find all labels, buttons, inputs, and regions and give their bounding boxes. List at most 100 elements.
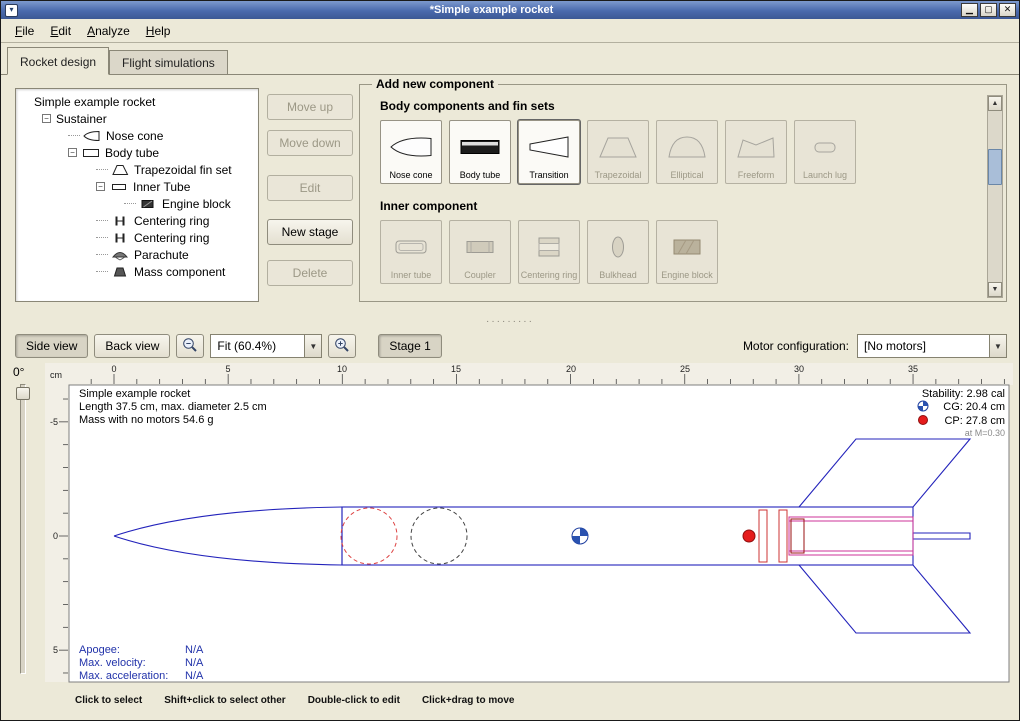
rocket-name-text: Simple example rocket: [79, 388, 190, 400]
window-title: *Simple example rocket: [22, 4, 961, 16]
scrollbar-thumb[interactable]: [988, 149, 1002, 185]
centering-ring-icon: [527, 224, 571, 270]
tree-branch-line: [96, 237, 108, 238]
body-tube-icon: [82, 147, 100, 159]
window-bottom-margin: [1, 711, 1019, 720]
back-view-button[interactable]: Back view: [94, 334, 170, 358]
minimize-button[interactable]: ▁: [961, 3, 978, 17]
scroll-up-button[interactable]: ▲: [988, 96, 1002, 111]
tree-item-sustainer[interactable]: − Sustainer: [16, 110, 258, 127]
tree-branch-line: [96, 254, 108, 255]
close-icon: ✕: [1004, 4, 1012, 14]
zoom-in-icon: [334, 337, 350, 356]
cp-text: CP: 27.8 cm: [944, 415, 1005, 427]
svg-text:5: 5: [225, 364, 230, 374]
maximize-button[interactable]: ▢: [980, 3, 997, 17]
close-button[interactable]: ✕: [999, 3, 1016, 17]
add-bulkhead-button: Bulkhead: [587, 220, 649, 284]
centering-ring-icon: [111, 232, 129, 244]
apogee-label: Apogee:: [79, 644, 120, 656]
tree-branch-line: [124, 203, 136, 204]
tree-item-rocket[interactable]: Simple example rocket: [16, 93, 258, 110]
rocket-dimensions-text: Length 37.5 cm, max. diameter 2.5 cm: [79, 401, 267, 413]
add-nose-cone-button[interactable]: Nose cone: [380, 120, 442, 184]
tree-branch-line: [96, 169, 108, 170]
scrollbar-track[interactable]: [988, 111, 1002, 282]
svg-text:5: 5: [53, 645, 58, 655]
edit-button: Edit: [267, 175, 353, 201]
svg-text:0: 0: [53, 531, 58, 541]
status-hint: Shift+click to select other: [164, 695, 285, 706]
component-tree[interactable]: Simple example rocket − Sustainer Nose c…: [15, 88, 259, 302]
max-acceleration-label: Max. acceleration:: [79, 670, 168, 682]
scroll-down-button[interactable]: ▼: [988, 282, 1002, 297]
max-velocity-label: Max. velocity:: [79, 657, 146, 669]
minimize-icon: ▁: [966, 4, 973, 14]
launch-lug-icon: [803, 124, 847, 170]
menu-item-analyze[interactable]: Analyze: [79, 21, 138, 41]
add-body-tube-button[interactable]: Body tube: [449, 120, 511, 184]
collapse-icon[interactable]: −: [42, 114, 51, 123]
group-title: Add new component: [372, 77, 498, 91]
rotation-slider-handle[interactable]: [16, 387, 30, 400]
menu-item-help[interactable]: Help: [138, 21, 179, 41]
menu-item-file[interactable]: File: [7, 21, 42, 41]
rotation-label: 0°: [13, 365, 24, 379]
canvas[interactable]: [69, 385, 1009, 682]
svg-text:35: 35: [908, 364, 918, 374]
svg-text:10: 10: [337, 364, 347, 374]
svg-text:15: 15: [451, 364, 461, 374]
inner-tube-icon: [389, 224, 433, 270]
zoom-in-button[interactable]: [328, 334, 356, 358]
status-hint: Click+drag to move: [422, 695, 515, 706]
coupler-icon: [458, 224, 502, 270]
body-components-row: Nose cone Body tube Transition Trapezoid…: [380, 120, 972, 184]
zoom-level-combo[interactable]: Fit (60.4%) ▼: [210, 334, 322, 358]
zoom-out-icon: [182, 337, 198, 356]
motor-config-combo[interactable]: [No motors] ▼: [857, 334, 1007, 358]
nose-cone-icon: [83, 130, 101, 142]
tab-flight-simulations[interactable]: Flight simulations: [109, 50, 228, 74]
rotation-slider[interactable]: [20, 384, 26, 674]
tree-item-nose-cone[interactable]: Nose cone: [16, 127, 258, 144]
svg-text:20: 20: [566, 364, 576, 374]
rocket-diagram-canvas[interactable]: cm 0 5 10 15 20 25 30 35 -5 0 5: [45, 363, 1013, 689]
chevron-down-icon[interactable]: ▼: [304, 335, 321, 357]
tree-item-body-tube[interactable]: − Body tube: [16, 144, 258, 161]
collapse-icon[interactable]: −: [68, 148, 77, 157]
svg-text:30: 30: [794, 364, 804, 374]
tree-item-engine-block[interactable]: Engine block: [16, 195, 258, 212]
bulkhead-icon: [596, 224, 640, 270]
engine-block-icon: [139, 198, 157, 210]
cg-text: CG: 20.4 cm: [943, 401, 1005, 413]
chevron-down-icon[interactable]: ▼: [989, 335, 1006, 357]
ruler-unit-label: cm: [50, 370, 62, 380]
add-freeform-fin-button: Freeform: [725, 120, 787, 184]
freeform-fin-icon: [734, 124, 778, 170]
maximize-icon: ▢: [984, 4, 993, 14]
add-transition-button[interactable]: Transition: [518, 120, 580, 184]
tree-item-centering-ring-1[interactable]: Centering ring: [16, 212, 258, 229]
panel-splitter[interactable]: ·········: [1, 315, 1019, 329]
cg-symbol: [572, 528, 588, 544]
tree-item-trapezoidal-fin-set[interactable]: Trapezoidal fin set: [16, 161, 258, 178]
window-titlebar[interactable]: ▾ *Simple example rocket ▁ ▢ ✕: [1, 1, 1019, 19]
side-view-button[interactable]: Side view: [15, 334, 88, 358]
motor-config-label: Motor configuration:: [743, 339, 849, 353]
tree-item-inner-tube[interactable]: − Inner Tube: [16, 178, 258, 195]
tab-rocket-design[interactable]: Rocket design: [7, 47, 109, 75]
collapse-icon[interactable]: −: [96, 182, 105, 191]
add-centering-ring-button: Centering ring: [518, 220, 580, 284]
tree-item-mass-component[interactable]: Mass component: [16, 263, 258, 280]
new-stage-button[interactable]: New stage: [267, 219, 353, 245]
stage-1-toggle[interactable]: Stage 1: [378, 334, 441, 358]
cp-legend-icon: [919, 416, 928, 425]
component-scrollbar[interactable]: ▲ ▼: [987, 95, 1003, 298]
add-component-group: Add new component Body components and fi…: [359, 84, 1007, 302]
tree-item-centering-ring-2[interactable]: Centering ring: [16, 229, 258, 246]
tree-item-parachute[interactable]: Parachute: [16, 246, 258, 263]
menu-item-edit[interactable]: Edit: [42, 21, 79, 41]
status-hint: Click to select: [75, 695, 142, 706]
zoom-out-button[interactable]: [176, 334, 204, 358]
window-menu-icon[interactable]: ▾: [5, 4, 18, 17]
